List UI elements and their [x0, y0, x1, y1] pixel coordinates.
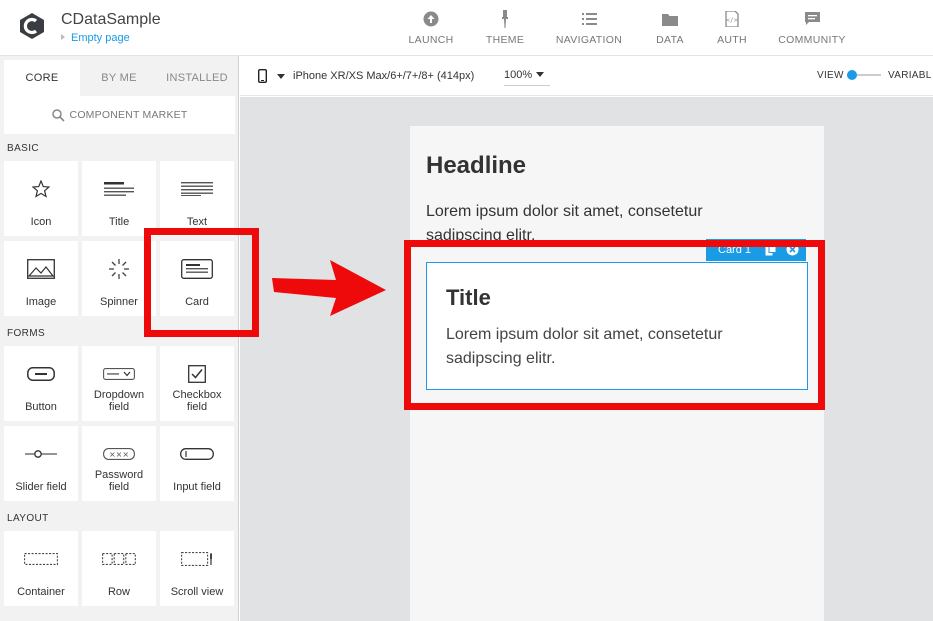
- preview-headline[interactable]: Headline: [426, 152, 526, 180]
- folder-icon: [650, 10, 690, 28]
- dropdown-icon: [82, 360, 156, 388]
- tile-image[interactable]: Image: [4, 241, 78, 316]
- tab-by-me[interactable]: BY ME: [80, 60, 158, 96]
- section-forms: FORMS: [7, 328, 46, 339]
- view-label: VIEW: [817, 70, 844, 81]
- device-label: iPhone XR/XS Max/6+/7+/8+ (414px): [293, 70, 475, 82]
- svg-text:</>: </>: [726, 17, 738, 24]
- tile-dropdown-label: Dropdown field: [93, 389, 145, 413]
- section-basic: BASIC: [7, 143, 40, 154]
- tile-icon-label: Icon: [30, 216, 52, 228]
- tile-password-label: Password field: [94, 469, 144, 493]
- nav-data[interactable]: DATA: [650, 10, 690, 46]
- nav-theme-label: THEME: [485, 34, 525, 46]
- nav-community-label: COMMUNITY: [778, 34, 846, 46]
- variables-label: VARIABL: [888, 70, 932, 81]
- tile-checkbox[interactable]: Checkbox field: [160, 346, 234, 421]
- page-selector[interactable]: Empty page: [61, 32, 130, 44]
- device-selector[interactable]: iPhone XR/XS Max/6+/7+/8+ (414px): [258, 69, 474, 83]
- nav-data-label: DATA: [656, 34, 684, 46]
- tab-core[interactable]: CORE: [4, 60, 80, 96]
- tile-password[interactable]: ××× Password field: [82, 426, 156, 501]
- tile-dropdown[interactable]: Dropdown field: [82, 346, 156, 421]
- tile-input[interactable]: Input field: [160, 426, 234, 501]
- auth-icon: </>: [712, 10, 752, 28]
- top-bar: CDataSample Empty page LAUNCH THEME NAVI…: [0, 0, 933, 56]
- tile-container[interactable]: Container: [4, 531, 78, 606]
- nav-launch[interactable]: LAUNCH: [404, 10, 458, 46]
- nav-navigation-label: NAVIGATION: [555, 34, 623, 46]
- star-icon: [4, 175, 78, 203]
- toggle-knob: [847, 70, 857, 80]
- tile-slider[interactable]: Slider field: [4, 426, 78, 501]
- zoom-caret-icon: [536, 72, 545, 77]
- tile-icon[interactable]: Icon: [4, 161, 78, 236]
- nav-auth-label: AUTH: [717, 34, 747, 46]
- panel-tabs: CORE BY ME INSTALLED: [0, 56, 238, 96]
- tile-slider-label: Slider field: [15, 481, 67, 493]
- nav-launch-label: LAUNCH: [408, 34, 454, 46]
- tile-title-label: Title: [108, 216, 130, 228]
- tile-button[interactable]: Button: [4, 346, 78, 421]
- navigation-icon: [551, 10, 627, 28]
- app-logo-icon[interactable]: [18, 12, 46, 40]
- checkbox-icon: [160, 360, 234, 388]
- tile-checkbox-label: Checkbox field: [172, 389, 222, 413]
- title-icon: [82, 175, 156, 203]
- card-tile-highlight: [144, 228, 259, 337]
- nav-community[interactable]: COMMUNITY: [776, 10, 848, 46]
- component-market-label: COMPONENT MARKET: [69, 109, 188, 121]
- app-title: CDataSample: [61, 11, 161, 28]
- zoom-selector[interactable]: 100%: [504, 69, 550, 86]
- slider-icon: [4, 440, 78, 468]
- button-icon: [4, 360, 78, 388]
- section-layout: LAYOUT: [7, 513, 49, 524]
- tile-row[interactable]: Row: [82, 531, 156, 606]
- nav-auth[interactable]: </> AUTH: [712, 10, 752, 46]
- zoom-value: 100%: [504, 69, 533, 81]
- svg-text:×××: ×××: [109, 450, 129, 459]
- row-icon: [82, 545, 156, 573]
- tab-installed[interactable]: INSTALLED: [158, 60, 236, 96]
- tile-scroll-view[interactable]: Scroll view: [160, 531, 234, 606]
- page-name: Empty page: [71, 32, 130, 44]
- input-icon: [160, 440, 234, 468]
- text-icon: [160, 175, 234, 203]
- component-panel: CORE BY ME INSTALLED COMPONENT MARKET BA…: [0, 56, 239, 621]
- card-canvas-highlight: [404, 240, 825, 410]
- password-icon: ×××: [82, 440, 156, 468]
- tile-text[interactable]: Text: [160, 161, 234, 236]
- page-caret-icon: [61, 34, 65, 40]
- scroll-view-icon: [160, 545, 234, 573]
- community-icon: [776, 10, 848, 28]
- nav-theme[interactable]: THEME: [482, 10, 528, 46]
- tile-container-label: Container: [17, 586, 65, 598]
- arrow-icon: [272, 260, 386, 316]
- tile-input-label: Input field: [173, 481, 221, 493]
- tile-row-label: Row: [107, 586, 130, 598]
- tile-image-label: Image: [25, 296, 57, 308]
- launch-icon: [404, 10, 458, 28]
- view-variables-toggle[interactable]: [847, 69, 881, 81]
- component-market-button[interactable]: COMPONENT MARKET: [4, 96, 235, 134]
- image-icon: [4, 255, 78, 283]
- tile-text-label: Text: [186, 216, 208, 228]
- tile-scroll-view-label: Scroll view: [170, 586, 224, 598]
- tile-button-label: Button: [25, 401, 57, 413]
- tile-title[interactable]: Title: [82, 161, 156, 236]
- theme-icon: [482, 10, 528, 28]
- container-icon: [4, 545, 78, 573]
- device-caret-icon: [277, 73, 285, 79]
- phone-icon: [258, 69, 267, 83]
- search-icon: [51, 108, 65, 122]
- nav-navigation[interactable]: NAVIGATION: [551, 10, 627, 46]
- editor-toolbar: iPhone XR/XS Max/6+/7+/8+ (414px) 100% V…: [240, 56, 933, 96]
